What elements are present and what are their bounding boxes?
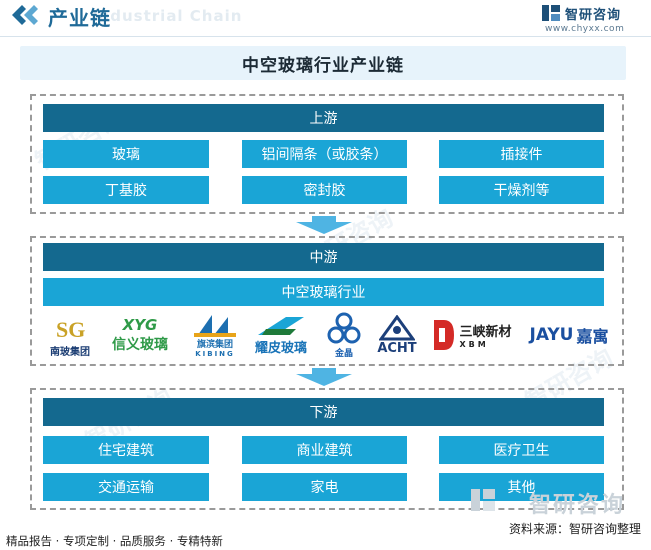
chart-title: 中空玻璃行业产业链 (242, 55, 404, 76)
double-chevron-icon (12, 5, 38, 25)
midstream-industry: 中空玻璃行业 (43, 278, 604, 306)
downstream-item-transport: 交通运输 (43, 473, 209, 501)
downstream-item-appliance: 家电 (242, 473, 407, 501)
watermark-logo-icon (471, 489, 495, 511)
footer-tagline: 精品报告 · 专项定制 · 品质服务 · 专精特新 (6, 534, 223, 548)
logo-southglass: SG 南玻集团 (42, 308, 98, 362)
midstream-label: 中游 (309, 250, 338, 266)
logo-label: 三峡新材 (459, 325, 512, 340)
upstream-item-spacer: 铝间隔条（或胶条） (242, 140, 407, 168)
company-logos: SG 南玻集团 XYG 信义玻璃 旗滨集团 KIBING 耀皮玻璃 金晶 ACH… (40, 308, 620, 362)
upstream-item-sealant: 密封胶 (242, 176, 407, 204)
southglass-logo-icon: SG (56, 317, 85, 342)
downstream-header: 下游 (43, 398, 604, 426)
brand-logo-icon (542, 5, 560, 21)
logo-acht: ACHT (372, 308, 422, 362)
chart-title-bar: 中空玻璃行业产业链 (20, 46, 626, 80)
flow-arrow-icon (296, 368, 352, 386)
sanxia-d-icon (434, 320, 455, 350)
logo-label: 信义玻璃 (112, 337, 168, 353)
logo-kibing: 旗滨集团 KIBING (186, 308, 244, 362)
logo-mark: XYG (122, 316, 158, 334)
page-header: Industrial Chain 产业链 智研咨询 www.chyxx.com (0, 0, 651, 34)
upstream-label: 上游 (309, 111, 338, 127)
downstream-item-commercial: 商业建筑 (242, 436, 407, 464)
brand: 智研咨询 www.chyxx.com (541, 4, 641, 34)
upstream-item-connector: 插接件 (439, 140, 604, 168)
logo-label: 耀皮玻璃 (254, 340, 307, 356)
brand-url: www.chyxx.com (545, 24, 625, 34)
downstream-item-medical: 医疗卫生 (439, 436, 604, 464)
logo-jayu: JAYU 嘉寓 (522, 308, 616, 362)
logo-xinyi: XYG 信义玻璃 (102, 308, 178, 362)
source-note: 资料来源：智研咨询整理 (508, 522, 641, 536)
svg-text:SG: SG (56, 317, 85, 342)
page-title: 产业链 (48, 6, 111, 30)
logo-sanxia: 三峡新材 XBM (426, 308, 518, 362)
header-divider (0, 36, 651, 37)
upstream-item-glass: 玻璃 (43, 140, 209, 168)
logo-mark: JAYU (529, 325, 574, 345)
watermark-text: 智研咨询 (528, 493, 625, 518)
midstream-header: 中游 (43, 243, 604, 271)
flow-arrow-icon (296, 216, 352, 234)
logo-label: ACHT (377, 340, 417, 356)
jinjing-ggg-icon (327, 312, 361, 343)
logo-mark: KIBING (195, 349, 235, 358)
upstream-item-desiccant: 干燥剂等 (439, 176, 604, 204)
syp-swoosh-icon (258, 316, 304, 335)
logo-label: 南玻集团 (50, 346, 90, 358)
logo-label: 金晶 (334, 348, 353, 359)
brand-name: 智研咨询 (565, 8, 622, 23)
header-ghost-text: Industrial Chain (92, 7, 243, 25)
kibing-sail-icon (194, 314, 236, 337)
upstream-item-butyl: 丁基胶 (43, 176, 209, 204)
logo-label: 嘉寓 (576, 327, 609, 346)
downstream-label: 下游 (309, 405, 338, 421)
logo-syp: 耀皮玻璃 (248, 308, 314, 362)
downstream-item-residential: 住宅建筑 (43, 436, 209, 464)
logo-label: 旗滨集团 (196, 339, 233, 350)
logo-mark: XBM (459, 340, 489, 349)
upstream-header: 上游 (43, 104, 604, 132)
acht-triangle-icon (379, 314, 415, 340)
logo-jinjing: 金晶 (320, 308, 368, 362)
